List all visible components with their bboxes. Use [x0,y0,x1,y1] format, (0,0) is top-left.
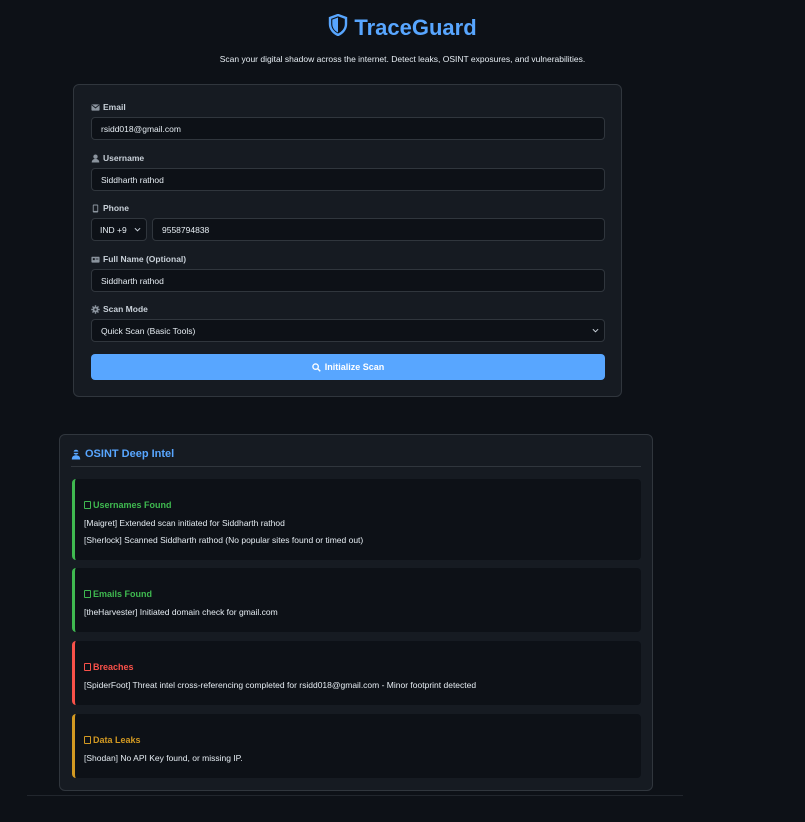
tagline: Scan your digital shadow across the inte… [219,54,586,64]
header: TraceGuard Scan your digital shadow acro… [0,13,805,64]
scan-form: Email rsidd018@gmail.com Username Siddha… [73,84,622,397]
list-item: [theHarvester] Initiated domain check fo… [84,607,278,617]
email-field[interactable]: rsidd018@gmail.com [91,117,605,140]
section-status-icon [84,736,91,744]
divider [71,466,641,467]
section-title: Usernames Found [84,500,172,510]
section-title: Data Leaks [84,735,141,745]
fullname-label: Full Name (Optional) [91,254,186,264]
section-title: Breaches [84,662,134,672]
usernames-found-section: Usernames Found [Maigret] Extended scan … [72,479,641,560]
chevron-down-icon [592,328,599,333]
intel-title: OSINT Deep Intel [71,448,174,460]
footer-divider [27,795,683,796]
data-leaks-section: Data Leaks [Shodan] No API Key found, or… [72,714,641,778]
app-title: TraceGuard [354,15,477,40]
username-field[interactable]: Siddharth rathod [91,168,605,191]
user-icon [91,154,100,163]
fullname-field[interactable]: Siddharth rathod [91,269,605,292]
scanmode-label: Scan Mode [91,304,148,314]
emails-found-section: Emails Found [theHarvester] Initiated do… [72,568,641,632]
shield-icon [328,13,348,42]
email-label: Email [91,102,126,112]
envelope-icon [91,103,100,111]
section-status-icon [84,501,91,509]
list-item: [Sherlock] Scanned Siddharth rathod (No … [84,535,364,545]
id-card-icon [91,256,100,263]
phone-icon [92,203,99,213]
country-code-select[interactable]: IND +9 [91,218,147,241]
breaches-section: Breaches [SpiderFoot] Threat intel cross… [72,641,641,705]
phone-label: Phone [91,203,129,213]
phone-field[interactable]: 9558794838 [152,218,605,241]
gear-icon [91,304,100,314]
osint-intel-panel: OSINT Deep Intel Usernames Found [Maigre… [59,434,653,791]
scan-mode-select[interactable]: Quick Scan (Basic Tools) [91,319,605,342]
list-item: [Maigret] Extended scan initiated for Si… [84,518,285,528]
section-status-icon [84,590,91,598]
list-item: [SpiderFoot] Threat intel cross-referenc… [84,680,477,690]
chevron-down-icon [134,227,141,232]
brand: TraceGuard [328,13,477,42]
initialize-scan-button[interactable]: Initialize Scan [91,354,605,380]
list-item: [Shodan] No API Key found, or missing IP… [84,753,243,763]
username-label: Username [91,153,144,163]
search-icon [311,362,321,372]
section-title: Emails Found [84,589,152,599]
user-secret-icon [71,449,81,459]
section-status-icon [84,663,91,671]
